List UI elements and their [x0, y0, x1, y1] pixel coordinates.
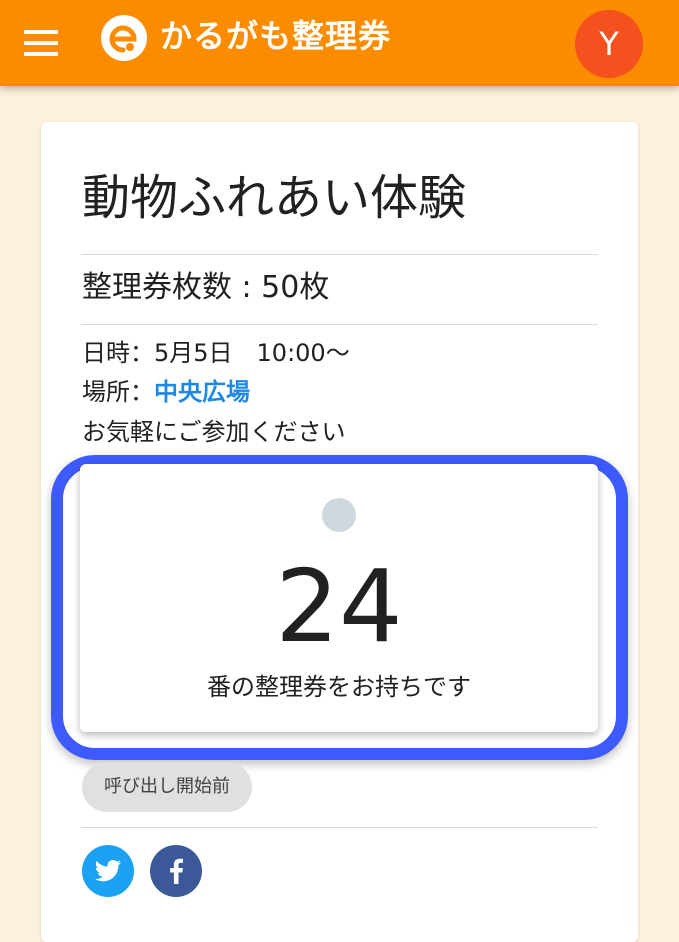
event-note: お気軽にご参加ください [82, 418, 346, 446]
facebook-icon [170, 858, 183, 884]
place-label: 場所： [82, 378, 154, 406]
menu-icon[interactable] [24, 30, 58, 56]
status-dot [322, 498, 356, 532]
place-link[interactable]: 中央広場 [154, 378, 250, 406]
facebook-share-button[interactable] [150, 845, 202, 897]
app-bar: かるがも整理券 Y [0, 0, 679, 86]
avatar[interactable]: Y [575, 10, 643, 78]
event-place: 場所：中央広場 [82, 375, 250, 409]
event-datetime: 日時：5月5日 10:00～ [82, 339, 350, 367]
event-card: 動物ふれあい体験 整理券枚数 : 50枚 日時：5月5日 10:00～ 場所：中… [41, 122, 638, 942]
status-chip: 呼び出し開始前 [82, 762, 252, 812]
twitter-share-button[interactable] [82, 845, 134, 897]
event-title: 動物ふれあい体験 [82, 170, 467, 226]
divider [81, 827, 598, 828]
twitter-icon [94, 860, 122, 882]
app-title: かるがも整理券 [160, 17, 392, 55]
divider [81, 324, 598, 325]
ticket-caption: 番の整理券をお持ちです [207, 673, 471, 701]
ticket-count: 整理券枚数 : 50枚 [82, 270, 330, 305]
logo-icon [101, 15, 147, 61]
ticket-number-card: 24 番の整理券をお持ちです [80, 464, 598, 732]
ticket-number: 24 [275, 548, 403, 665]
divider [81, 254, 598, 255]
